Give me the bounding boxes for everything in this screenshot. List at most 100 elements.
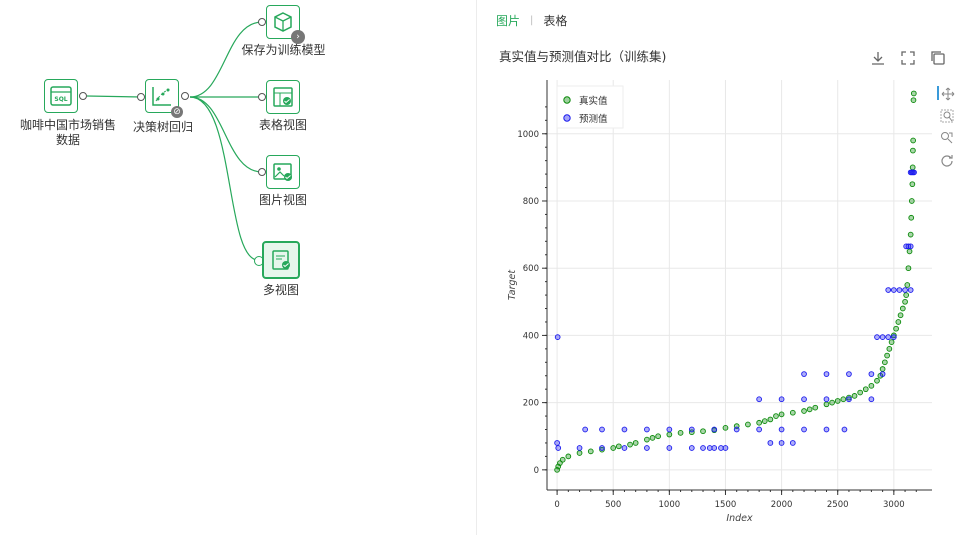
data-point (879, 334, 886, 340)
multi-view-node[interactable] (262, 241, 300, 279)
dt-node-label: 决策树回归 (132, 120, 193, 134)
decision-tree-icon (150, 84, 174, 108)
dt-input-port[interactable] (137, 93, 145, 101)
reset-icon[interactable] (940, 152, 954, 167)
source-node[interactable]: SQL (44, 79, 78, 113)
data-point (644, 426, 650, 433)
save-input-port[interactable] (258, 18, 266, 26)
data-point (899, 305, 906, 312)
data-point (756, 396, 762, 403)
data-point (868, 382, 875, 389)
workflow-canvas[interactable]: SQL 咖啡中国市场销售 数据 ⊘ 决策树回归 › 保存为训练模型 表格视图 图片… (0, 0, 476, 535)
data-point (906, 248, 913, 255)
legend-marker (563, 96, 571, 104)
image-view-node[interactable] (266, 155, 300, 189)
data-point (908, 198, 915, 204)
y-tick-label: 800 (523, 197, 539, 207)
data-point (722, 424, 729, 431)
data-point (893, 325, 899, 332)
data-point (903, 292, 910, 298)
data-point (554, 440, 560, 446)
data-point (907, 287, 914, 293)
data-point (846, 396, 852, 403)
data-point (851, 393, 858, 399)
box-zoom-icon[interactable] (940, 108, 954, 123)
pan-icon[interactable] (937, 86, 955, 101)
data-point (902, 298, 908, 305)
source-output-port[interactable] (79, 92, 87, 100)
data-point (910, 147, 916, 154)
data-point (621, 445, 628, 451)
data-point (576, 445, 583, 451)
data-point (700, 445, 706, 451)
data-point (587, 448, 594, 455)
fullscreen-icon[interactable] (900, 50, 916, 66)
data-point (910, 90, 917, 97)
data-point (555, 445, 562, 451)
data-point (857, 389, 864, 396)
data-point (874, 334, 880, 340)
data-point (599, 445, 605, 451)
legend-label: 预测值 (579, 113, 608, 125)
data-point (666, 426, 673, 433)
dt-output-port[interactable] (181, 92, 189, 100)
copy-icon[interactable] (930, 50, 946, 66)
image-input-port[interactable] (258, 168, 266, 176)
data-point (576, 450, 583, 456)
data-point (812, 404, 819, 411)
data-point (733, 426, 740, 433)
table-view-node[interactable] (266, 80, 300, 114)
svg-text:SQL: SQL (54, 96, 67, 103)
download-icon[interactable] (870, 50, 886, 66)
data-point (806, 406, 813, 413)
cube-icon (272, 11, 294, 33)
y-axis-label: Target (507, 269, 518, 300)
legend-label: 真实值 (579, 95, 608, 107)
x-tick-label: 2500 (827, 500, 849, 510)
data-point (801, 396, 807, 403)
tab-table[interactable]: 表格 (543, 12, 567, 29)
tab-image[interactable]: 图片 (496, 12, 520, 29)
data-point (890, 287, 897, 293)
image-node-label: 图片视图 (258, 193, 307, 207)
data-point (834, 398, 841, 404)
data-point (910, 137, 916, 144)
data-point (778, 411, 785, 418)
chart-grid (547, 80, 932, 490)
data-point (868, 371, 875, 377)
x-tick-label: 500 (605, 500, 621, 510)
data-point (627, 441, 633, 448)
data-point (756, 419, 762, 426)
data-point (909, 164, 916, 171)
tab-separator: | (530, 15, 534, 26)
data-point (801, 426, 807, 433)
x-tick-label: 0 (554, 500, 559, 510)
data-point (700, 428, 706, 435)
data-point (882, 359, 888, 366)
run-badge-icon[interactable]: › (291, 30, 305, 44)
data-point (902, 287, 908, 293)
table-node-label: 表格视图 (258, 118, 307, 132)
table-input-port[interactable] (258, 93, 266, 101)
data-point (655, 433, 661, 440)
data-point (841, 426, 848, 433)
data-point (862, 386, 869, 393)
legend-marker (563, 114, 571, 122)
scatter-chart[interactable]: 0 500 1000 1500 2000 2500 3000 0 200 400 600 800 100… (477, 80, 937, 535)
wheel-zoom-icon[interactable] (940, 130, 954, 144)
data-point (711, 426, 718, 433)
data-point (823, 401, 830, 408)
data-point (688, 426, 695, 433)
data-point (885, 287, 892, 293)
data-point (884, 352, 890, 359)
data-point (896, 287, 903, 293)
data-point (621, 426, 628, 433)
data-point (874, 377, 880, 384)
chart-title: 真实值与预测值对比（训练集) (499, 49, 667, 64)
data-point (610, 445, 617, 451)
data-point (778, 426, 785, 433)
data-point (911, 169, 917, 176)
data-point (644, 445, 650, 451)
data-point (909, 181, 916, 188)
data-point (789, 440, 796, 446)
